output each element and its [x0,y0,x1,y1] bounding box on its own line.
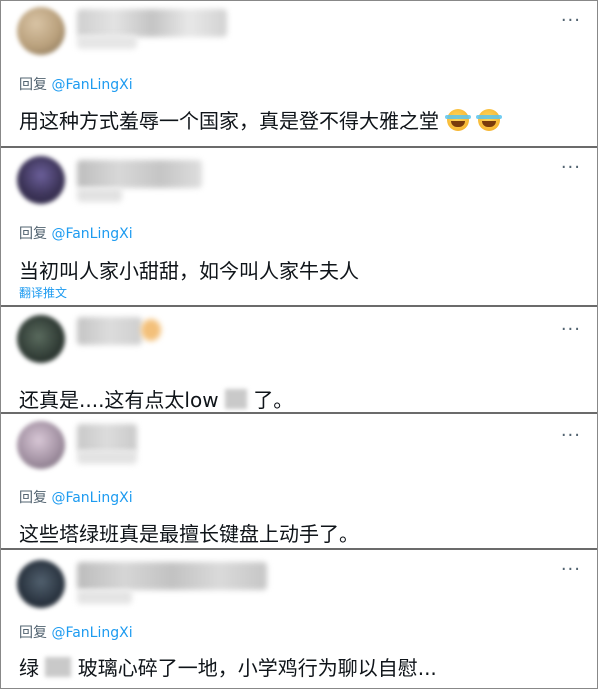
avatar[interactable] [17,156,65,204]
tweet-text: 还真是....这有点太low 了。 [19,384,293,413]
more-options-icon[interactable]: ··· [561,427,581,445]
avatar[interactable] [17,421,65,469]
replying-to: 回复 @FanLingXi [19,487,133,507]
translate-tweet-link[interactable]: 翻译推文 [19,284,67,301]
reply-handle-link[interactable]: @FanLingXi [51,490,132,506]
tweet-text-content: 用这种方式羞辱一个国家，真是登不得大雅之堂 [19,109,439,133]
tweet-text-before: 还真是....这有点太low [19,388,219,412]
blurred-username-extra [77,35,137,49]
reply-tweet-4[interactable]: ··· 回复 @FanLingXi 这些塔绿班真是最擅长键盘上动手了。 [1,414,597,550]
blurred-username-extra [77,188,122,202]
reply-tweet-3[interactable]: ··· 还真是....这有点太low 了。 [1,307,597,414]
blurred-username[interactable] [77,160,202,188]
replying-to: 回复 @FanLingXi [19,223,133,243]
blurred-username[interactable] [77,317,142,345]
avatar[interactable] [17,7,65,55]
blurred-username[interactable] [77,424,137,452]
replying-to: 回复 @FanLingXi [19,622,133,642]
tweet-text: 这些塔绿班真是最擅长键盘上动手了。 [19,522,359,546]
reply-prefix: 回复 [19,625,47,641]
blurred-username[interactable] [77,9,227,37]
tweet-text: 绿 玻璃心碎了一地，小学鸡行为聊以自慰... [19,652,437,681]
reply-handle-link[interactable]: @FanLingXi [51,77,132,93]
tweet-text-before: 绿 [19,656,39,680]
blurred-username-extra [77,450,137,464]
avatar[interactable] [17,560,65,608]
redacted-word [45,657,72,677]
reply-handle-link[interactable]: @FanLingXi [51,625,132,641]
reply-tweet-2[interactable]: ··· 回复 @FanLingXi 当初叫人家小甜甜，如今叫人家牛夫人 翻译推文 [1,148,597,307]
replying-to: 回复 @FanLingXi [19,74,133,94]
blurred-username-extra [77,590,132,604]
avatar[interactable] [17,315,65,363]
face-with-tears-of-joy-icon [475,109,502,131]
more-options-icon[interactable]: ··· [561,561,581,579]
blurred-username-extra [141,319,161,341]
tweet-text: 用这种方式羞辱一个国家，真是登不得大雅之堂 [19,105,502,134]
reply-prefix: 回复 [19,226,47,242]
more-options-icon[interactable]: ··· [561,159,581,177]
blurred-username[interactable] [77,562,267,590]
reply-tweet-1[interactable]: ··· 回复 @FanLingXi 用这种方式羞辱一个国家，真是登不得大雅之堂 [1,1,597,148]
reply-tweet-5[interactable]: ··· 回复 @FanLingXi 绿 玻璃心碎了一地，小学鸡行为聊以自慰... [1,550,597,688]
more-options-icon[interactable]: ··· [561,12,581,30]
tweet-text-after: 玻璃心碎了一地，小学鸡行为聊以自慰... [77,656,437,680]
replies-feed: ··· 回复 @FanLingXi 用这种方式羞辱一个国家，真是登不得大雅之堂 … [0,0,598,689]
tweet-text-after: 了。 [253,388,294,412]
reply-handle-link[interactable]: @FanLingXi [51,226,132,242]
reply-prefix: 回复 [19,490,47,506]
more-options-icon[interactable]: ··· [561,321,581,339]
face-with-tears-of-joy-icon [445,109,472,131]
tweet-text: 当初叫人家小甜甜，如今叫人家牛夫人 [19,259,359,283]
redacted-word [224,389,247,409]
reply-prefix: 回复 [19,77,47,93]
